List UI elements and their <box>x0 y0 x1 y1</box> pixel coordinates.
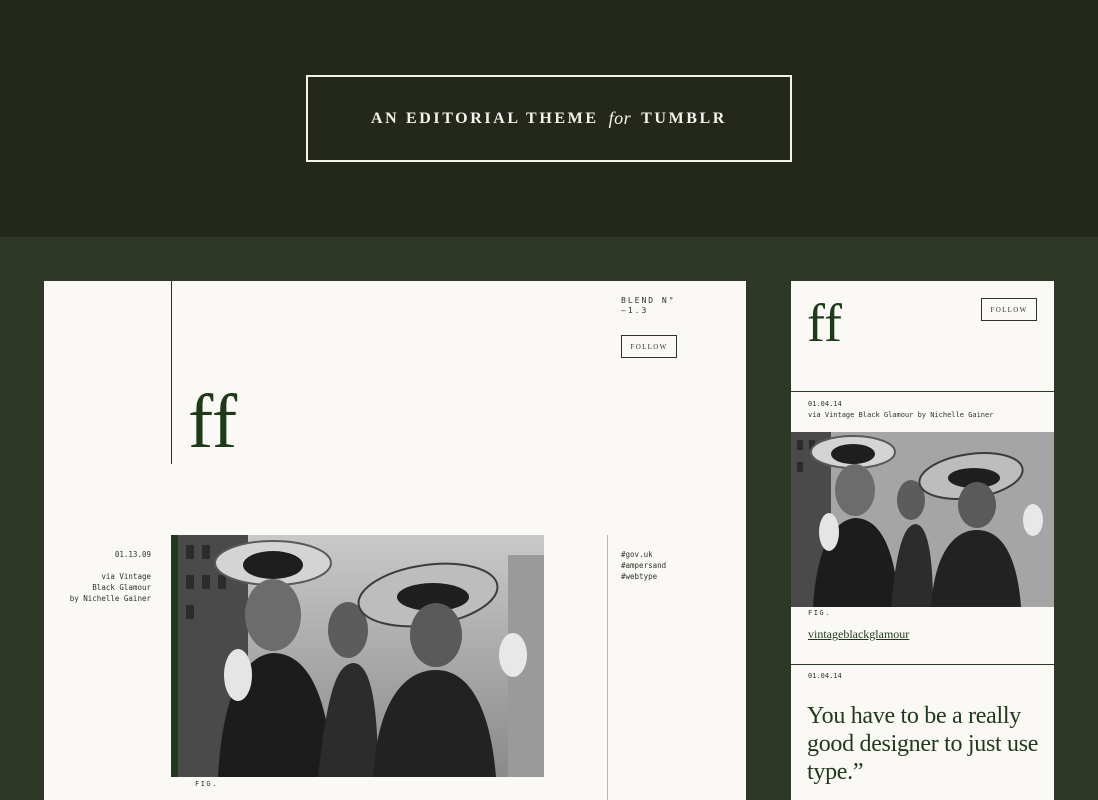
via-line1: via Vintage <box>101 572 151 581</box>
post-date: 01.13.09 <box>114 550 151 559</box>
photo-image <box>791 432 1054 607</box>
divider-line <box>171 281 172 464</box>
blend-line2: —1.3 <box>621 306 649 315</box>
divider-line <box>791 391 1054 392</box>
tag-link[interactable]: #gov.uk <box>621 549 666 560</box>
site-logo[interactable]: ff <box>807 296 842 350</box>
mobile-preview: ff FOLLOW 01.04.14 via Vintage Black Gla… <box>791 281 1054 800</box>
fig-label: FIG. <box>808 609 831 617</box>
post-meta: 01.13.09 via Vintage Black Glamour by Ni… <box>64 549 151 604</box>
via-line2: Black Glamour <box>92 583 151 592</box>
desktop-preview: ff BLEND N° —1.3 FOLLOW 01.13.09 via Vin… <box>44 281 746 800</box>
site-logo[interactable]: ff <box>188 384 237 460</box>
via-line3: by Nichelle Gainer <box>69 594 151 603</box>
quote-text: You have to be a really good designer to… <box>807 703 1039 785</box>
post-date: 01.04.14 <box>808 400 842 408</box>
follow-button[interactable]: FOLLOW <box>621 335 677 358</box>
source-link[interactable]: vintageblackglamour <box>808 627 909 642</box>
tag-link[interactable]: #webtype <box>621 571 666 582</box>
post-photo[interactable] <box>791 432 1054 607</box>
photo-image <box>178 535 544 777</box>
header-band: AN EDITORIAL THEME for TUMBLR <box>0 0 1098 237</box>
title-part1: AN EDITORIAL THEME <box>371 109 599 127</box>
divider-line <box>791 664 1054 665</box>
title-part2: TUMBLR <box>641 109 727 127</box>
tags-divider <box>607 535 608 800</box>
tag-link[interactable]: #ampersand <box>621 560 666 571</box>
follow-button[interactable]: FOLLOW <box>981 298 1037 321</box>
blend-label: BLEND N° —1.3 <box>621 296 701 316</box>
post-tags: #gov.uk #ampersand #webtype <box>621 549 666 582</box>
fig-label: FIG. <box>195 780 218 788</box>
blend-line1: BLEND N° <box>621 296 676 305</box>
post-via: via Vintage Black Glamour by Nichelle Ga… <box>808 411 994 419</box>
theme-title-box: AN EDITORIAL THEME for TUMBLR <box>306 75 792 162</box>
title-italic: for <box>608 108 632 128</box>
post-date: 01.04.14 <box>808 672 842 680</box>
post-photo[interactable] <box>171 535 544 777</box>
